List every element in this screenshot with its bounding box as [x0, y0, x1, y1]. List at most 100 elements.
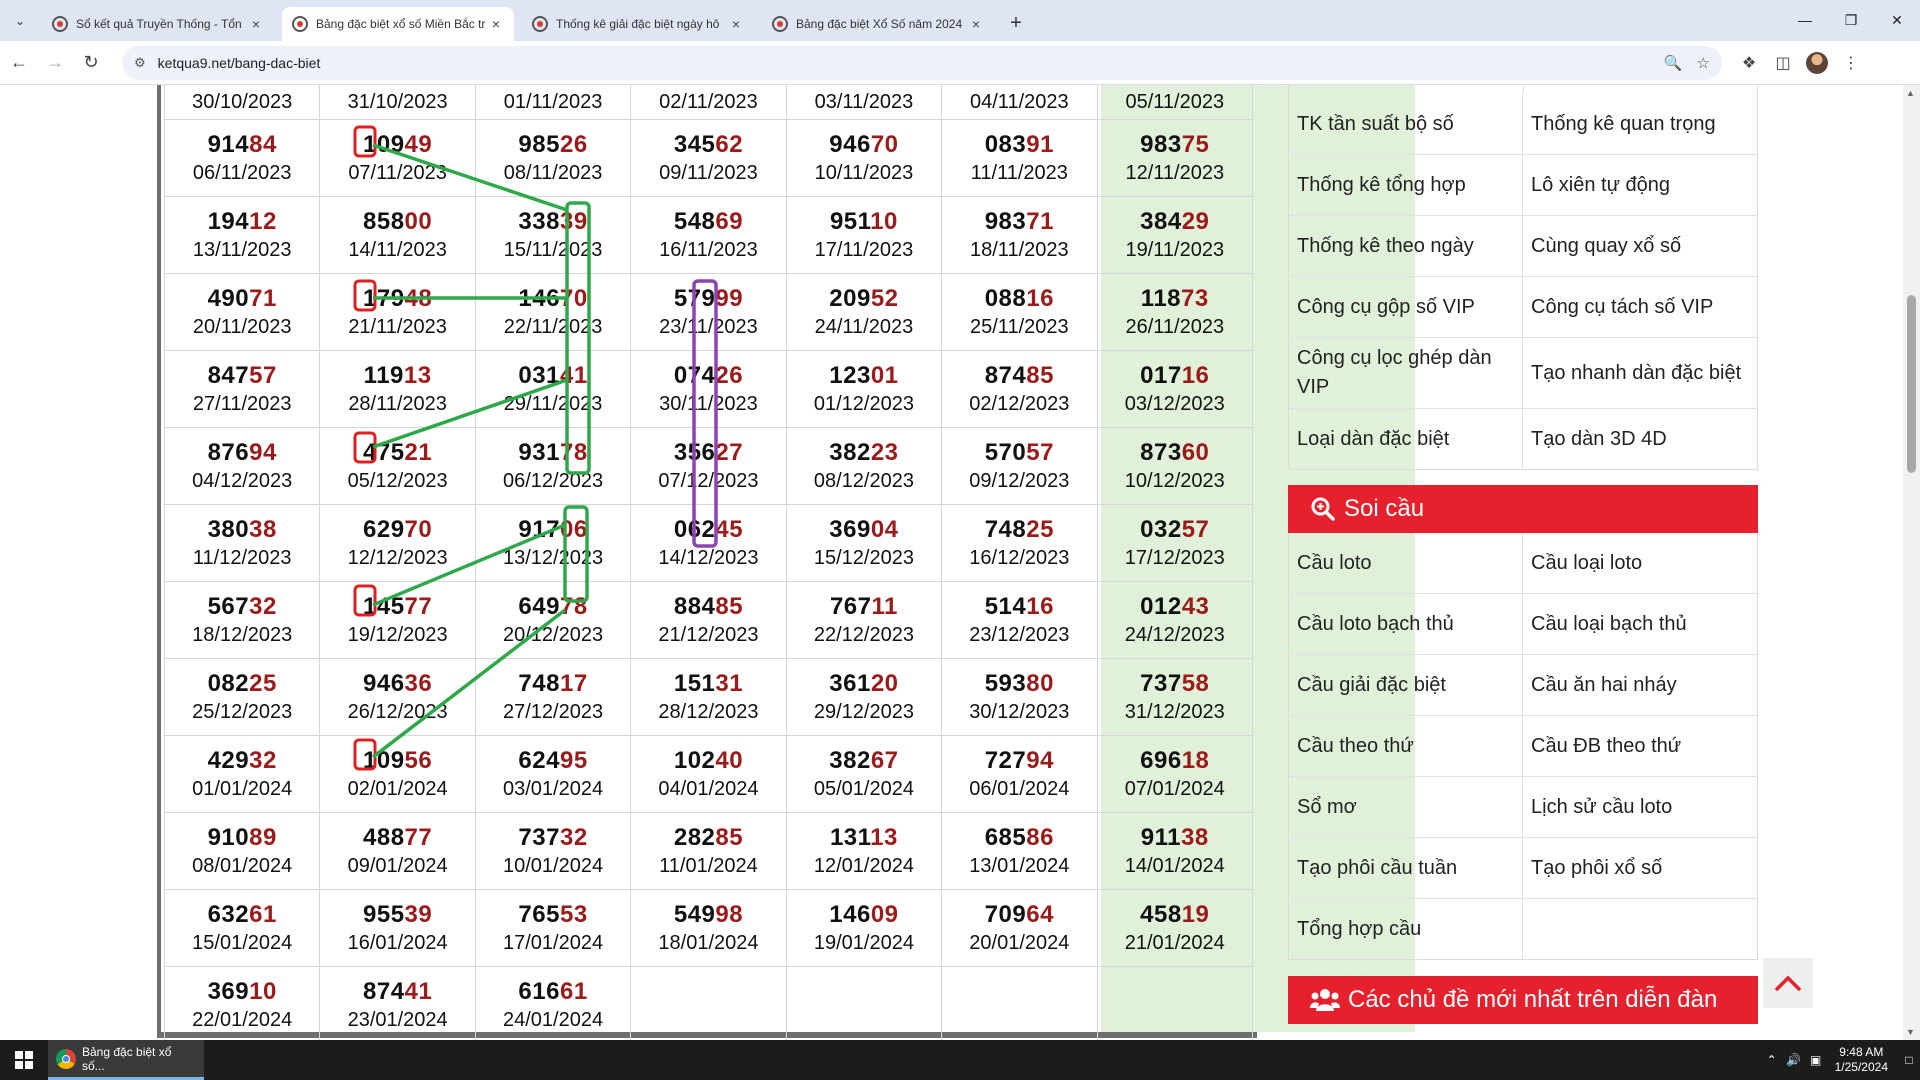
- sidebar-link[interactable]: Loại dàn đặc biệt: [1289, 409, 1522, 469]
- number-tail: 13: [403, 362, 432, 389]
- sidebar-link[interactable]: Tạo phôi cầu tuần: [1289, 838, 1522, 898]
- table-cell: 56732 18/12/2023: [163, 581, 321, 659]
- sidebar-link-row: Công cụ lọc ghép dàn VIP Tạo nhanh dàn đặ…: [1289, 337, 1757, 408]
- sidebar-link[interactable]: Cầu loại loto: [1522, 533, 1757, 593]
- taskbar-clock[interactable]: 9:48 AM 1/25/2024: [1835, 1045, 1888, 1075]
- taskbar-chrome-app[interactable]: Bảng đặc biệt xổ số...: [48, 1040, 204, 1080]
- special-prize-number: 34562: [631, 130, 785, 160]
- sidebar-link[interactable]: Cùng quay xổ số: [1522, 216, 1757, 276]
- sidebar-link[interactable]: Cầu loại bạch thủ: [1522, 594, 1757, 654]
- sidebar-link[interactable]: Lịch sử cầu loto: [1522, 777, 1757, 837]
- bookmark-star-icon[interactable]: ☆: [1697, 54, 1710, 72]
- number-tail: 40: [715, 747, 744, 774]
- sidebar-link[interactable]: Cầu loto bạch thủ: [1289, 594, 1522, 654]
- forward-arrow-icon[interactable]: →: [38, 46, 72, 80]
- close-tab-icon[interactable]: ×: [728, 16, 744, 32]
- tab-search-chevron-icon[interactable]: ⌄: [6, 7, 34, 35]
- windows-start-icon[interactable]: [0, 1040, 48, 1080]
- sidebar-link[interactable]: Công cụ lọc ghép dàn VIP: [1289, 338, 1522, 408]
- sidebar-link[interactable]: Tạo phôi xổ số: [1522, 838, 1757, 898]
- new-tab-plus-icon[interactable]: +: [1002, 9, 1030, 37]
- sidebar-link[interactable]: Thống kê quan trọng: [1522, 94, 1757, 154]
- number-tail: 39: [559, 208, 588, 235]
- browser-tab-2[interactable]: Bảng đặc biệt xổ số Miền Bắc tr ×: [282, 7, 514, 41]
- number-head: 118: [1140, 285, 1182, 312]
- notifications-icon[interactable]: □: [1898, 1053, 1920, 1067]
- restore-icon[interactable]: ❐: [1828, 0, 1874, 40]
- scroll-up-arrow-icon[interactable]: ▲: [1906, 88, 1915, 98]
- draw-date: 06/11/2023: [192, 162, 292, 184]
- sidebar-link[interactable]: Thống kê tổng hợp: [1289, 155, 1522, 215]
- site-favicon-icon: [772, 16, 788, 32]
- tray-chevron-up-icon[interactable]: ⌃: [1761, 1053, 1783, 1067]
- table-cell: 02/11/2023: [630, 85, 787, 120]
- sidebar-link[interactable]: Cầu theo thứ: [1289, 716, 1522, 776]
- number-head: 983: [984, 208, 1027, 235]
- browser-menu-icon[interactable]: ⋮: [1834, 46, 1868, 80]
- scroll-to-top-button[interactable]: [1763, 958, 1813, 1008]
- site-info-icon[interactable]: ⚙: [134, 55, 146, 71]
- draw-date: 15/01/2024: [192, 932, 293, 954]
- number-tail: 26: [715, 362, 744, 389]
- minimize-icon[interactable]: —: [1782, 0, 1828, 40]
- number-head: 109: [363, 747, 405, 774]
- number-tail: 71: [1026, 208, 1054, 235]
- browser-tab-1[interactable]: Sổ kết quả Truyền Thống - Tổn ×: [42, 7, 274, 41]
- scrollbar-thumb[interactable]: [1907, 295, 1916, 473]
- special-prize-number: 69618: [1098, 746, 1252, 776]
- scroll-down-arrow-icon[interactable]: ▼: [1906, 1027, 1915, 1037]
- page-scrollbar[interactable]: ▲ ▼: [1903, 85, 1920, 1040]
- special-prize-number: 84757: [165, 361, 319, 391]
- draw-date: 26/11/2023: [1125, 316, 1225, 338]
- number-tail: 78: [559, 439, 588, 466]
- zoom-icon[interactable]: 🔍: [1664, 54, 1683, 72]
- sidebar-link[interactable]: Công cụ tách số VIP: [1522, 277, 1757, 337]
- draw-date: 22/01/2024: [192, 1009, 293, 1031]
- sidebar-link[interactable]: Tạo nhanh dàn đặc biệt: [1522, 338, 1757, 408]
- sidebar-link[interactable]: Công cụ gộp số VIP: [1289, 277, 1522, 337]
- url-text[interactable]: ketqua9.net/bang-dac-biet: [158, 55, 1650, 71]
- volume-icon[interactable]: 🔊: [1783, 1053, 1805, 1067]
- browser-tab-4[interactable]: Bảng đặc biệt Xổ Số năm 2024 ×: [762, 7, 994, 41]
- sidebar-link[interactable]: Cầu ĐB theo thứ: [1522, 716, 1757, 776]
- sidebar-link[interactable]: Tạo dàn 3D 4D: [1522, 409, 1757, 469]
- number-tail: 57: [1026, 439, 1054, 466]
- extensions-puzzle-icon[interactable]: ❖: [1732, 46, 1766, 80]
- sidebar-link[interactable]: Thống kê theo ngày: [1289, 216, 1522, 276]
- table-cell: 07426 30/11/2023: [630, 350, 787, 428]
- side-panel-icon[interactable]: ◫: [1766, 46, 1800, 80]
- sidebar-link[interactable]: Tổng hợp cầu: [1289, 899, 1522, 959]
- number-tail: 41: [559, 362, 588, 389]
- number-tail: 70: [870, 131, 899, 158]
- special-prize-number: 85800: [320, 207, 474, 237]
- special-prize-number: 17948: [320, 284, 474, 314]
- number-tail: 13: [870, 824, 898, 851]
- users-icon: [1310, 989, 1340, 1011]
- network-icon[interactable]: ▣: [1805, 1053, 1827, 1067]
- profile-avatar[interactable]: [1806, 51, 1828, 74]
- sidebar-link[interactable]: TK tần suất bộ số: [1289, 94, 1522, 154]
- number-head: 983: [1140, 131, 1182, 158]
- sidebar-link[interactable]: Cầu loto: [1289, 533, 1522, 593]
- reload-icon[interactable]: ↻: [74, 46, 108, 80]
- table-cell: 31/10/2023: [319, 85, 476, 120]
- draw-date: 16/01/2024: [347, 932, 448, 954]
- table-cell: 85800 14/11/2023: [319, 196, 476, 274]
- number-head: 873: [1140, 439, 1182, 466]
- sidebar-link[interactable]: Lô xiên tự động: [1522, 155, 1757, 215]
- browser-tab-3[interactable]: Thống kê giải đặc biệt ngày hô ×: [522, 7, 754, 41]
- number-tail: 31: [715, 670, 744, 697]
- number-head: 131: [829, 824, 871, 851]
- back-arrow-icon[interactable]: ←: [2, 46, 36, 80]
- table-cell: 98526 08/11/2023: [474, 119, 632, 197]
- address-bar[interactable]: ⚙ ketqua9.net/bang-dac-biet 🔍 ☆: [122, 45, 1722, 80]
- sidebar-link[interactable]: Cầu giải đặc biệt: [1289, 655, 1522, 715]
- sidebar-link[interactable]: Sổ mơ: [1289, 777, 1522, 837]
- taskbar-app-label: Bảng đặc biệt xổ số...: [82, 1044, 172, 1073]
- close-tab-icon[interactable]: ×: [248, 16, 264, 32]
- close-tab-icon[interactable]: ×: [968, 16, 984, 32]
- close-tab-icon[interactable]: ×: [488, 16, 504, 32]
- sidebar-link[interactable]: Cầu ăn hai nháy: [1522, 655, 1757, 715]
- window-close-icon[interactable]: ✕: [1874, 0, 1920, 40]
- special-prize-number: 20952: [787, 284, 941, 314]
